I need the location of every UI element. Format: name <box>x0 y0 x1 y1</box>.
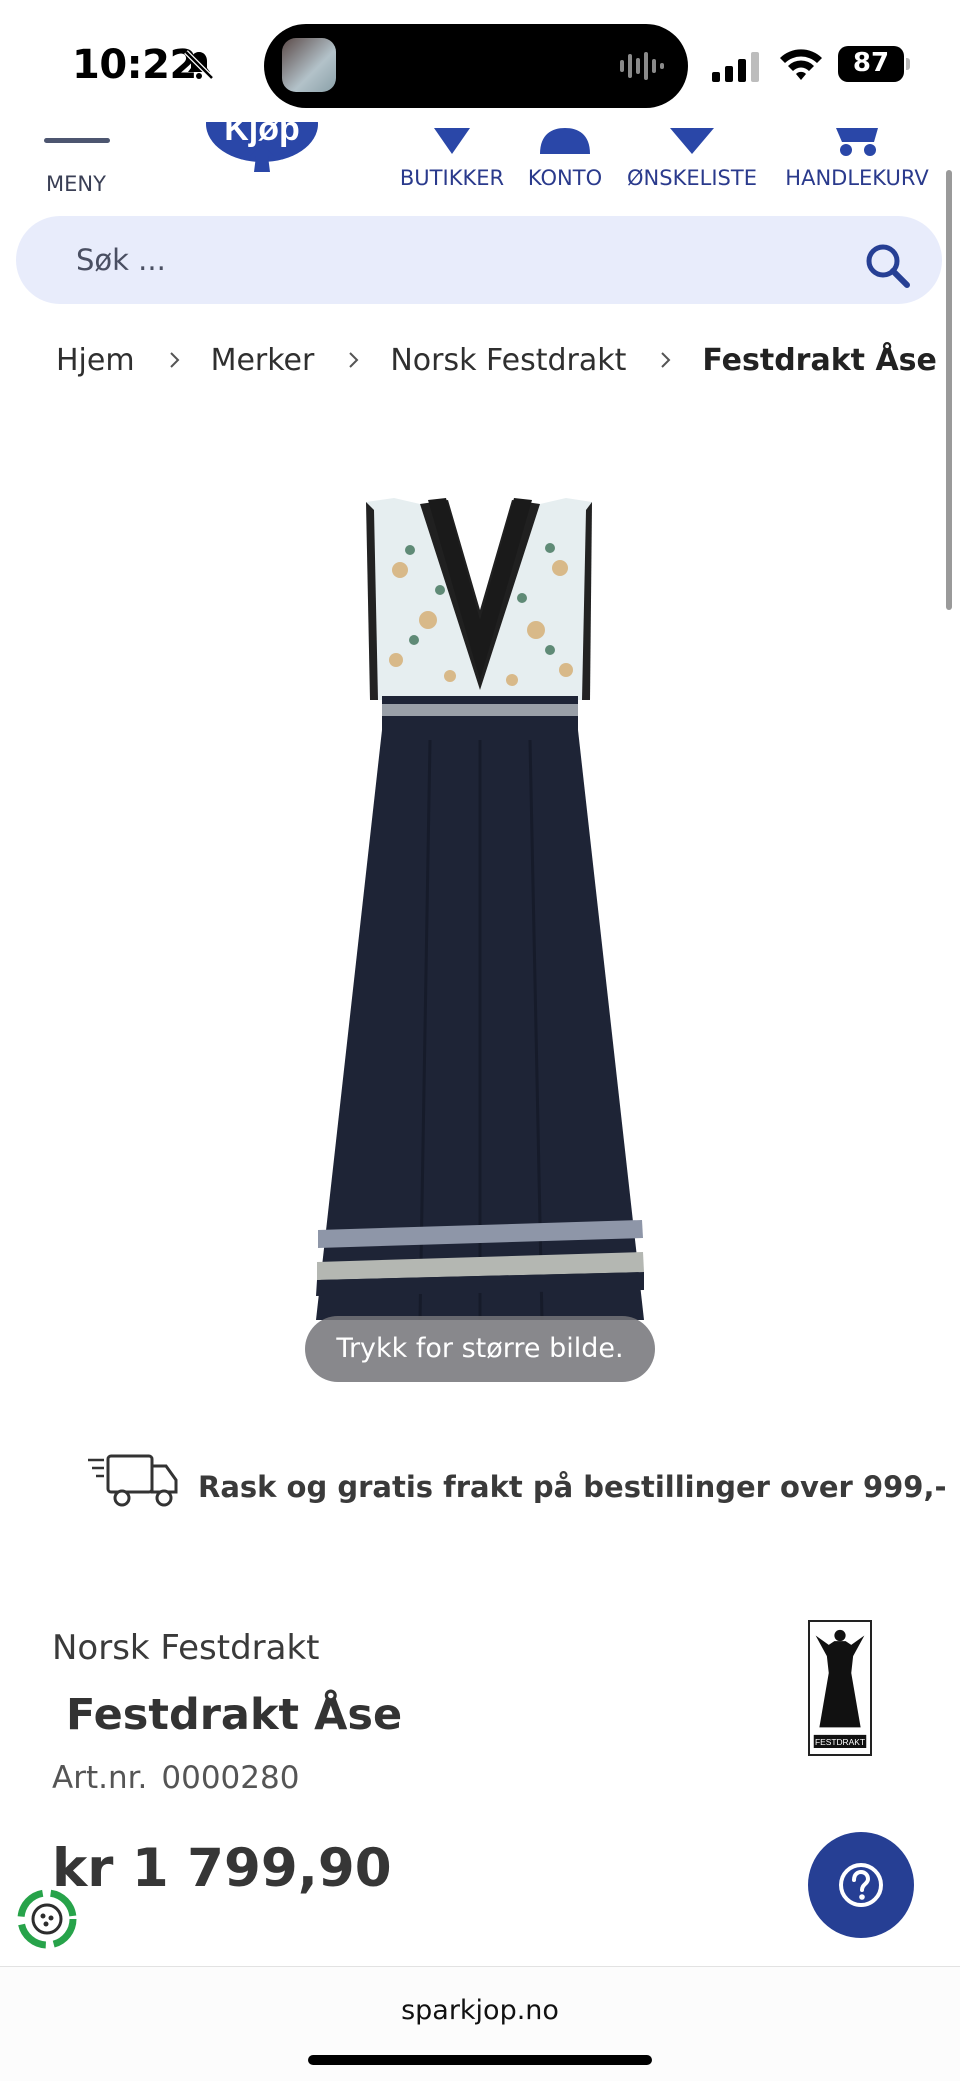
breadcrumb: Hjem Merker Norsk Festdrakt Festdrakt Ås… <box>56 340 937 380</box>
nav-konto[interactable]: KONTO <box>522 122 608 204</box>
cart-icon <box>836 128 878 156</box>
help-button[interactable] <box>808 1832 914 1938</box>
chevron-right-icon <box>349 352 359 368</box>
signal-icon <box>712 52 759 82</box>
truck-icon <box>88 1454 178 1507</box>
status-bar: 10:22 87 <box>0 0 960 122</box>
battery-level: 87 <box>852 48 890 78</box>
shipping-info: Rask og gratis frakt på bestillinger ove… <box>86 1452 947 1532</box>
audio-waveform-icon <box>620 52 664 80</box>
status-time: 10:22 <box>72 42 197 88</box>
battery-icon: 87 <box>838 46 910 82</box>
product-image[interactable] <box>300 490 660 1380</box>
breadcrumb-merker[interactable]: Merker <box>211 343 315 378</box>
product-title: Festdrakt Åse <box>66 1690 403 1740</box>
home-indicator[interactable] <box>308 2055 652 2065</box>
browser-address-bar[interactable]: sparkjop.no <box>0 1966 960 2081</box>
brand-logo[interactable]: FESTDRAKT <box>808 1620 872 1756</box>
chevron-right-icon <box>169 352 179 368</box>
enlarge-image-hint[interactable]: Trykk for større bilde. <box>305 1316 655 1382</box>
url-text[interactable]: sparkjop.no <box>0 1995 960 2026</box>
account-icon <box>540 128 590 154</box>
article-number: Art.nr. 0000280 <box>52 1760 313 1796</box>
recycle-icon[interactable] <box>16 1888 78 1950</box>
site-logo[interactable]: Kjøp <box>204 122 320 180</box>
menu-button[interactable]: MENY <box>36 122 118 204</box>
wishlist-heart-icon <box>670 128 714 154</box>
chevron-right-icon <box>661 352 671 368</box>
article-label: Art.nr. <box>52 1760 148 1796</box>
brand-logo-text: FESTDRAKT <box>815 1737 865 1747</box>
nav-onskeliste[interactable]: ØNSKELISTE <box>622 122 762 204</box>
hamburger-icon <box>44 138 110 143</box>
nav-butikker[interactable]: BUTIKKER <box>394 122 510 204</box>
search-input[interactable] <box>76 216 836 304</box>
breadcrumb-norsk-festdrakt[interactable]: Norsk Festdrakt <box>390 343 626 378</box>
product-price: kr 1 799,90 <box>52 1838 392 1899</box>
article-value: 0000280 <box>161 1760 300 1796</box>
question-icon <box>839 1863 883 1907</box>
bell-slash-icon <box>184 50 214 80</box>
brand-name[interactable]: Norsk Festdrakt <box>52 1628 320 1668</box>
search-icon[interactable] <box>864 242 910 288</box>
store-pin-icon <box>434 128 470 154</box>
breadcrumb-hjem[interactable]: Hjem <box>56 343 135 378</box>
site-header: MENY Kjøp BUTIKKER KONTO ØNSKELISTE HAND… <box>0 122 960 204</box>
shipping-text: Rask og gratis frakt på bestillinger ove… <box>198 1470 947 1504</box>
breadcrumb-current: Festdrakt Åse <box>702 342 937 378</box>
search-bar[interactable] <box>16 216 942 304</box>
nav-handlekurv[interactable]: HANDLEKURV <box>778 122 936 204</box>
now-playing-avatar <box>282 38 336 92</box>
menu-label: MENY <box>46 172 106 196</box>
wifi-icon <box>780 49 822 80</box>
dynamic-island <box>264 24 688 108</box>
page-scrollbar[interactable] <box>946 170 952 610</box>
